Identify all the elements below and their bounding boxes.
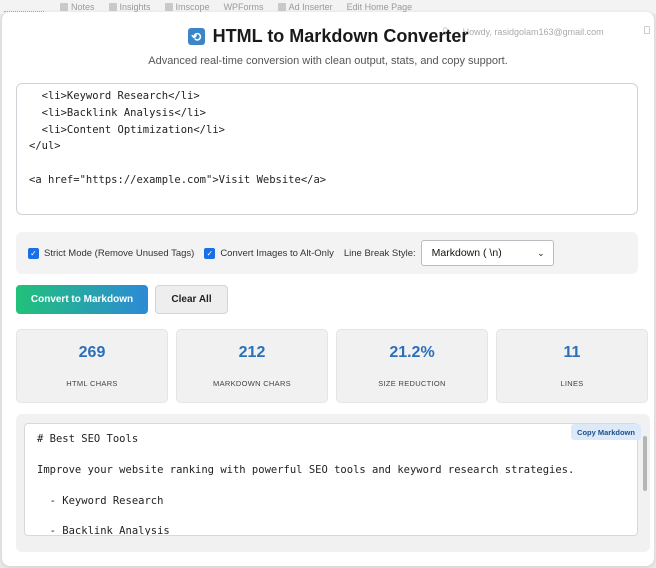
stat-value: 11: [563, 344, 581, 361]
adminbar-item-insights[interactable]: Insights: [108, 2, 151, 12]
output-scrollbar[interactable]: [643, 436, 647, 491]
chart-icon: [108, 3, 117, 11]
images-alt-option[interactable]: ✓ Convert Images to Alt-Only: [204, 247, 334, 259]
page-title: ⟲ HTML to Markdown Converter: [2, 26, 654, 47]
convert-button[interactable]: Convert to Markdown: [16, 285, 148, 314]
chevron-down-icon: ⌄: [537, 247, 545, 258]
adminbar-item-notes[interactable]: Notes: [60, 2, 95, 12]
stat-value: 212: [238, 344, 266, 361]
adminbar-item-imscope[interactable]: Imscope: [164, 2, 210, 12]
stat-value: 21.2%: [389, 344, 435, 361]
stat-size-reduction: 21.2% SIZE REDUCTION: [336, 329, 488, 403]
adminbar-item-ad-inserter[interactable]: Ad Inserter: [277, 2, 333, 12]
line-break-select[interactable]: Markdown ( \n) ⌄: [420, 240, 554, 266]
clear-all-button[interactable]: Clear All: [155, 285, 228, 314]
stat-label: HTML CHARS: [66, 379, 118, 388]
notes-icon: [60, 3, 68, 11]
adminbar-item-wpforms[interactable]: WPForms: [224, 2, 264, 12]
images-alt-checkbox[interactable]: ✓: [204, 247, 216, 259]
adminbar-item-edit-home[interactable]: Edit Home Page: [347, 2, 413, 12]
refresh-icon: ⟲: [187, 28, 205, 45]
strict-mode-option[interactable]: ✓ Strict Mode (Remove Unused Tags): [28, 247, 194, 259]
ad-icon: [277, 3, 286, 11]
stat-label: MARKDOWN CHARS: [213, 379, 291, 388]
stat-lines: 11 LINES: [496, 329, 648, 403]
output-section: # Best SEO Tools Improve your website ra…: [16, 414, 650, 552]
stats-row: 269 HTML CHARS 212 MARKDOWN CHARS 21.2% …: [16, 329, 650, 403]
html-input[interactable]: <li>Keyword Research</li> <li>Backlink A…: [16, 83, 638, 215]
stat-html-chars: 269 HTML CHARS: [16, 329, 168, 403]
page-subtitle: Advanced real-time conversion with clean…: [148, 55, 508, 67]
copy-markdown-button[interactable]: Copy Markdown: [571, 424, 641, 440]
stat-markdown-chars: 212 MARKDOWN CHARS: [176, 329, 328, 403]
markdown-output[interactable]: # Best SEO Tools Improve your website ra…: [24, 423, 638, 536]
options-bar: ✓ Strict Mode (Remove Unused Tags) ✓ Con…: [16, 232, 638, 274]
line-break-label: Line Break Style:: [343, 247, 416, 259]
stat-label: LINES: [560, 379, 584, 388]
strict-mode-checkbox[interactable]: ✓: [28, 247, 39, 259]
stat-value: 269: [78, 344, 106, 361]
stat-label: SIZE REDUCTION: [378, 379, 446, 388]
converter-panel: ⚲ Howdy, rasidgolam163@gmail.com ⟲ HTML …: [2, 12, 654, 566]
h-icon: [164, 3, 173, 11]
